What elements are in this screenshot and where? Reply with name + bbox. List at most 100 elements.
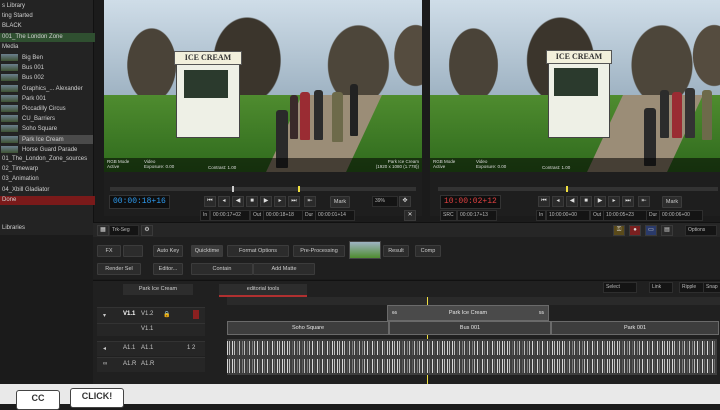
- quicktime-tab[interactable]: Quicktime: [191, 245, 223, 257]
- dur-label: Dur: [646, 210, 661, 221]
- play-reverse-icon[interactable]: ◀: [232, 196, 244, 207]
- go-to-start-icon[interactable]: ⏮: [538, 196, 550, 207]
- mark-in-icon[interactable]: ⇤: [638, 196, 650, 207]
- library-item[interactable]: Media: [0, 43, 95, 52]
- format-options-tab[interactable]: Format Options: [227, 245, 289, 257]
- trk-seg-button[interactable]: Trk-Seg: [109, 225, 139, 236]
- go-to-end-icon[interactable]: ⏭: [288, 196, 300, 207]
- stop-icon[interactable]: ■: [580, 196, 592, 207]
- library-item[interactable]: 04_Xbill Gladiator: [0, 186, 95, 195]
- library-item-label: Park 001: [22, 95, 47, 102]
- play-icon[interactable]: ▶: [594, 196, 606, 207]
- zoom-field[interactable]: 39%: [372, 196, 398, 207]
- library-item[interactable]: 02_Timewarp: [0, 165, 95, 174]
- dur-timecode[interactable]: 00:00:01+14: [315, 210, 355, 221]
- gear-icon[interactable]: ⚙: [141, 225, 153, 236]
- library-item-label: Bus 001: [22, 65, 45, 72]
- chevron-down-icon[interactable]: ▾: [103, 312, 106, 319]
- add-matte-button[interactable]: Add Matte: [253, 263, 315, 275]
- library-item[interactable]: ting Started: [0, 12, 95, 21]
- playhead[interactable]: [566, 186, 568, 192]
- library-item[interactable]: Bus 001: [0, 63, 93, 73]
- clip-bus-001[interactable]: Bus 001: [389, 321, 551, 335]
- library-item[interactable]: BLACK: [0, 22, 95, 31]
- link-icon[interactable]: ∞: [103, 361, 107, 367]
- editor-button[interactable]: Editor...: [153, 263, 183, 275]
- record-icon[interactable]: ●: [629, 225, 641, 236]
- fit-icon[interactable]: ✥: [399, 196, 411, 207]
- fx-button[interactable]: FX: [97, 245, 121, 257]
- audio-track-right[interactable]: [227, 357, 717, 375]
- contain-button[interactable]: Contain: [191, 263, 253, 275]
- library-item[interactable]: Park 001: [0, 93, 93, 103]
- record-viewer[interactable]: ICE CREAM RGB Mode Active Video Exposure…: [430, 0, 720, 172]
- src-timecode[interactable]: 00:00:17+13: [457, 210, 497, 221]
- out-timecode[interactable]: 00:00:18+18: [263, 210, 303, 221]
- library-item[interactable]: 03_Animation: [0, 175, 95, 184]
- library-item[interactable]: Soho Square: [0, 124, 93, 134]
- layout-icon[interactable]: ▤: [661, 225, 673, 236]
- result-tab[interactable]: Result: [383, 245, 409, 257]
- lock-icon[interactable]: 🔒: [163, 311, 170, 318]
- in-timecode[interactable]: 10:00:00+00: [546, 210, 590, 221]
- libraries-footer[interactable]: Libraries: [0, 224, 95, 233]
- options-menu[interactable]: Options: [685, 225, 717, 236]
- out-timecode[interactable]: 10:00:05+23: [603, 210, 647, 221]
- library-item[interactable]: s Library: [0, 2, 95, 11]
- tab-clip[interactable]: Park Ice Cream: [123, 284, 193, 295]
- library-item[interactable]: CU_Barriers: [0, 114, 93, 124]
- library-item[interactable]: Park Ice Cream: [0, 134, 93, 144]
- play-icon[interactable]: ▶: [260, 196, 272, 207]
- monitor-icon[interactable]: ▭: [645, 225, 657, 236]
- play-reverse-icon[interactable]: ◀: [566, 196, 578, 207]
- person: [290, 95, 298, 139]
- clip-park-ice-cream[interactable]: 66 Park Ice Cream 55: [387, 305, 549, 321]
- audio-track-left[interactable]: [227, 339, 717, 357]
- link-toggle[interactable]: Link: [649, 282, 673, 293]
- library-item[interactable]: Horse Guard Parade: [0, 144, 93, 154]
- ripple-toggle[interactable]: Ripple: [679, 282, 705, 293]
- library-item[interactable]: Big Ben: [0, 53, 93, 62]
- pre-processing-tab[interactable]: Pre-Processing: [293, 245, 345, 257]
- mark-button[interactable]: Mark: [330, 196, 350, 208]
- record-timecode[interactable]: 10:00:02+12: [440, 195, 501, 209]
- mark-button[interactable]: Mark: [662, 196, 682, 208]
- library-item[interactable]: Bus 002: [0, 73, 93, 83]
- step-forward-icon[interactable]: ▸: [274, 196, 286, 207]
- clip-soho-square[interactable]: Soho Square: [227, 321, 389, 335]
- speaker-icon[interactable]: ◂: [103, 345, 106, 352]
- playhead[interactable]: [232, 186, 234, 192]
- source-viewer[interactable]: ICE CREAM RGB Mode Active Video Exposure…: [104, 0, 422, 172]
- mark-in-icon[interactable]: ⇤: [304, 196, 316, 207]
- source-timecode[interactable]: 00:00:18+16: [109, 195, 170, 209]
- step-back-icon[interactable]: ◂: [552, 196, 564, 207]
- snap-toggle[interactable]: Snap: [703, 282, 720, 293]
- in-timecode[interactable]: 00:00:17+02: [210, 210, 250, 221]
- step-back-icon[interactable]: ◂: [218, 196, 230, 207]
- library-item[interactable]: 001_The London Zone: [0, 32, 95, 42]
- key-icon[interactable]: ⚿: [613, 225, 625, 236]
- record-track-icon[interactable]: [193, 310, 199, 319]
- grid-icon[interactable]: ▦: [97, 225, 109, 236]
- fx-secondary-button[interactable]: [123, 245, 143, 257]
- library-item[interactable]: Piccadilly Circus: [0, 104, 93, 113]
- render-sel-button[interactable]: Render Sel: [97, 263, 141, 275]
- source-scrubber[interactable]: [110, 186, 416, 192]
- go-to-start-icon[interactable]: ⏮: [204, 196, 216, 207]
- dur-timecode[interactable]: 00:00:06+00: [659, 210, 703, 221]
- select-tool[interactable]: Select: [603, 282, 637, 293]
- comp-tab[interactable]: Comp: [415, 245, 441, 257]
- close-icon[interactable]: ✕: [404, 210, 416, 221]
- auto-key-button[interactable]: Auto Key: [153, 245, 183, 257]
- tab-editorial-tools[interactable]: editorial tools: [219, 284, 307, 297]
- library-item-label: 03_Animation: [2, 176, 39, 183]
- library-item[interactable]: Done: [0, 195, 95, 205]
- library-item[interactable]: Graphics_... Alexander: [0, 83, 93, 93]
- stop-icon[interactable]: ■: [246, 196, 258, 207]
- library-item[interactable]: 01_The_London_Zone_sources: [0, 155, 95, 164]
- step-forward-icon[interactable]: ▸: [608, 196, 620, 207]
- go-to-end-icon[interactable]: ⏭: [622, 196, 634, 207]
- time-ruler[interactable]: [227, 297, 720, 305]
- clip-park-001[interactable]: Park 001: [551, 321, 719, 335]
- record-scrubber[interactable]: [438, 186, 718, 192]
